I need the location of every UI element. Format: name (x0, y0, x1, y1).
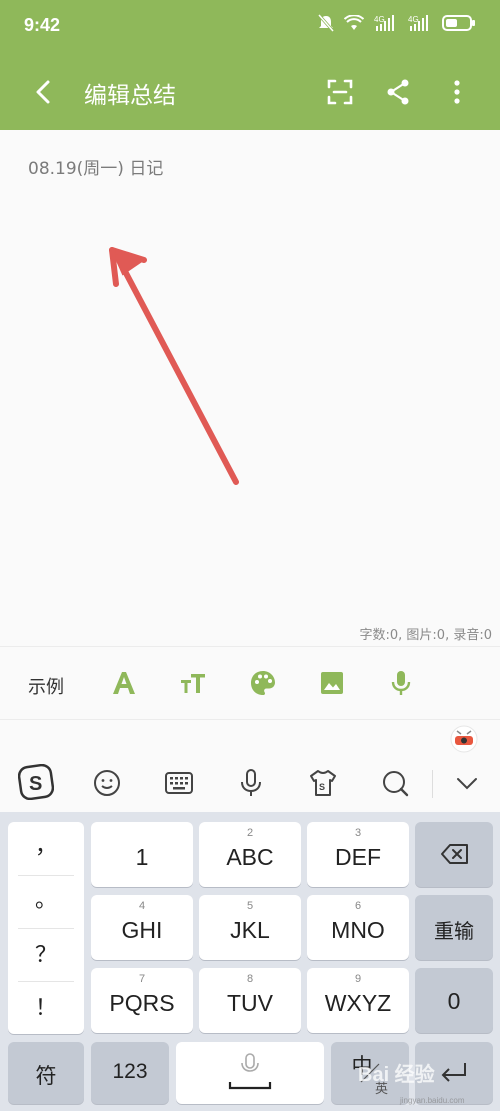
key-mno[interactable]: 6 MNO (307, 895, 409, 960)
svg-text:4G: 4G (408, 15, 419, 24)
key-ghi[interactable]: 4 GHI (91, 895, 193, 960)
back-arrow-icon[interactable] (28, 76, 60, 108)
palette-icon[interactable] (249, 669, 277, 697)
symbol-comma-key[interactable]: ， (8, 822, 84, 875)
font-style-icon[interactable] (110, 669, 138, 697)
skin-shirt-icon[interactable]: S (308, 768, 338, 798)
space-key[interactable] (176, 1042, 324, 1104)
key-tuv[interactable]: 8 TUV (199, 968, 301, 1033)
key-pqrs[interactable]: 7 PQRS (91, 968, 193, 1033)
retype-key[interactable]: 重输 (415, 895, 493, 960)
status-icons: 4G 4G (318, 14, 476, 32)
format-toolbar: 示例 (0, 646, 500, 720)
wifi-icon (344, 15, 364, 30)
signal-4g-icon-2: 4G (408, 15, 428, 31)
example-button[interactable]: 示例 (28, 673, 64, 699)
symbol-exclaim-key[interactable]: ！ (8, 981, 84, 1034)
text-size-icon[interactable] (179, 669, 207, 697)
word-image-audio-counts: 字数:0, 图片:0, 录音:0 (359, 628, 492, 643)
voice-input-icon[interactable] (236, 768, 266, 798)
search-icon[interactable] (380, 768, 410, 798)
symbols-key[interactable]: 符 (8, 1042, 84, 1104)
sogou-logo-icon[interactable]: S (18, 764, 54, 800)
microphone-icon[interactable] (387, 669, 415, 697)
status-bar: 9:42 4G 4G (0, 0, 500, 54)
key-1[interactable]: 1 (91, 822, 193, 887)
keyboard-switch-icon[interactable] (164, 768, 194, 798)
enter-icon (441, 1063, 466, 1082)
key-wxyz[interactable]: 9 WXYZ (307, 968, 409, 1033)
mute-bell-icon (318, 14, 334, 32)
symbol-column[interactable]: ， 。 ？ ！ (8, 822, 84, 1034)
key-jkl[interactable]: 5 JKL (199, 895, 301, 960)
app-bar: 编辑总结 (0, 54, 500, 130)
more-vert-icon[interactable] (441, 76, 473, 108)
symbol-question-key[interactable]: ？ (8, 928, 84, 981)
key-abc[interactable]: 2 ABC (199, 822, 301, 887)
svg-text:4G: 4G (374, 15, 385, 24)
image-insert-icon[interactable] (318, 669, 346, 697)
keyboard-mascot-icon[interactable] (448, 724, 480, 754)
status-time: 9:42 (24, 15, 61, 35)
share-icon[interactable] (382, 76, 414, 108)
svg-text:S: S (29, 773, 42, 795)
baidu-watermark: Bai 经验 (358, 1064, 435, 1086)
svg-text:S: S (319, 782, 325, 792)
signal-4g-icon: 4G (374, 15, 394, 31)
keyboard-toolbar-divider (432, 770, 433, 798)
annotation-arrow (109, 247, 239, 485)
collapse-keyboard-icon[interactable] (452, 768, 482, 798)
symbol-period-key[interactable]: 。 (8, 875, 84, 928)
space-voice-icon (228, 1053, 272, 1090)
page-title: 编辑总结 (84, 83, 176, 109)
battery-icon (442, 15, 475, 31)
scan-icon[interactable] (324, 76, 356, 108)
backspace-key[interactable] (415, 822, 493, 887)
numbers-key[interactable]: 123 (91, 1042, 169, 1104)
editor-area[interactable]: 08.19(周一) 日记 字数:0, 图片:0, 录音:0 (0, 130, 500, 646)
keyboard-toolbar: S S (0, 720, 500, 812)
key-0[interactable]: 0 (415, 968, 493, 1033)
backspace-icon (441, 844, 468, 864)
baidu-watermark-url: jingyan.baidu.com (400, 1096, 465, 1105)
key-def[interactable]: 3 DEF (307, 822, 409, 887)
app-header: 9:42 4G 4G 编辑总结 (0, 0, 500, 130)
emoji-icon[interactable] (92, 768, 122, 798)
